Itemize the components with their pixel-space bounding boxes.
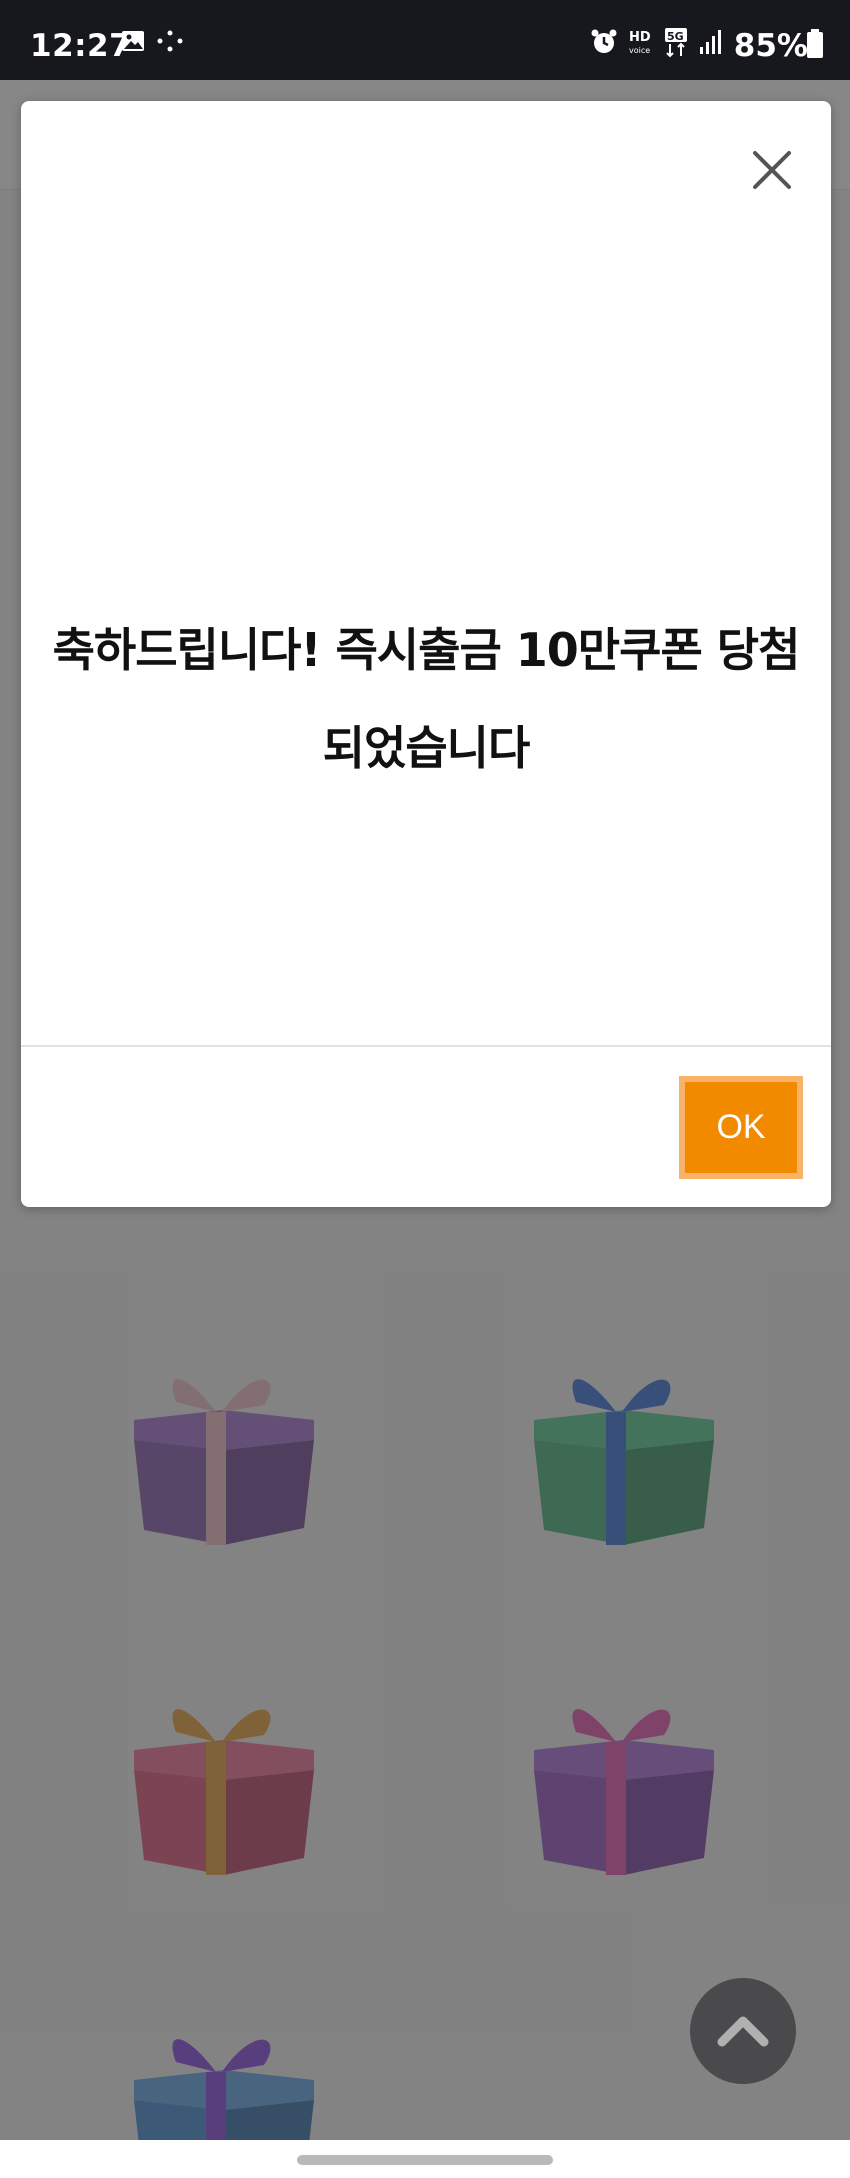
battery-percent: 85%: [733, 28, 808, 64]
alarm-icon: [591, 29, 617, 53]
status-bar: 12:27 HD voice 5G 85%: [0, 0, 850, 80]
svg-text:5G: 5G: [667, 30, 684, 43]
battery-icon: [807, 29, 823, 58]
hd-voice-icon: HD voice: [629, 30, 651, 55]
scroll-top-button[interactable]: [690, 1978, 796, 2084]
gallery-icon: [122, 31, 144, 51]
dots-icon: [157, 30, 183, 52]
home-indicator[interactable]: [297, 2155, 553, 2165]
dialog-message: 축하드립니다! 즉시출금 10만쿠폰 당첨 되었습니다: [52, 623, 801, 775]
5g-icon: 5G: [665, 28, 687, 58]
svg-text:HD: HD: [629, 30, 651, 45]
close-icon: [753, 151, 791, 189]
svg-text:voice: voice: [629, 46, 650, 55]
ok-button[interactable]: OK: [679, 1076, 803, 1179]
chevron-up-icon: [717, 2016, 769, 2047]
status-time: 12:27: [30, 28, 132, 64]
signal-icon: [700, 30, 721, 54]
dialog-divider: [21, 1045, 831, 1047]
prize-dialog: 축하드립니다! 즉시출금 10만쿠폰 당첨 되었습니다 OK: [21, 101, 831, 1207]
close-button[interactable]: [747, 145, 797, 195]
